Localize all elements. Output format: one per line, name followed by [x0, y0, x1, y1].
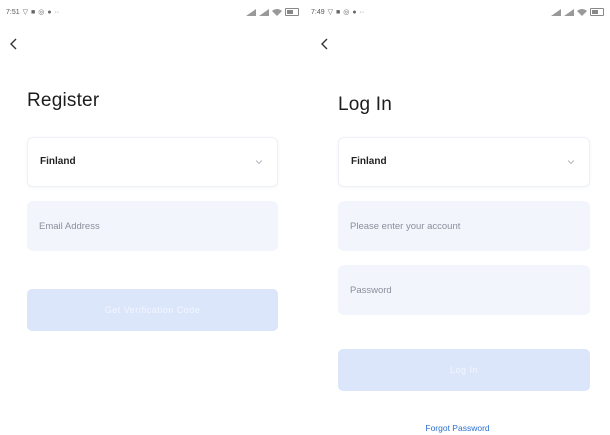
- signal-icon: [246, 8, 256, 16]
- password-field[interactable]: [338, 265, 590, 315]
- status-bar: 7:49 ▽ ■ ◎ ● ··: [311, 6, 604, 20]
- signal-icon: [564, 8, 574, 16]
- status-bar-right: [551, 8, 604, 16]
- status-time: 7:49: [311, 8, 325, 16]
- settings-icon: ◎: [343, 9, 350, 16]
- back-arrow-icon[interactable]: [318, 36, 332, 52]
- status-time: 7:51: [6, 8, 20, 16]
- settings-icon: ◎: [38, 9, 45, 16]
- message-icon: ■: [31, 8, 36, 16]
- more-icon: ··: [54, 8, 60, 16]
- get-verification-code-button[interactable]: Get Verification Code: [27, 289, 278, 331]
- register-screen: 7:51 ▽ ■ ◎ ● ·· Register Finland Get Ver…: [0, 0, 305, 435]
- back-arrow-icon[interactable]: [7, 36, 21, 52]
- email-field[interactable]: [27, 201, 278, 251]
- message-icon: ■: [336, 8, 341, 16]
- status-bar-right: [246, 8, 299, 16]
- chevron-down-icon: [255, 160, 263, 165]
- status-bar-left: 7:49 ▽ ■ ◎ ● ··: [311, 8, 365, 17]
- account-field[interactable]: [338, 201, 590, 251]
- account-field-container: [338, 201, 590, 251]
- signal-icon: [259, 8, 269, 16]
- app-icon: ●: [47, 8, 52, 16]
- battery-icon: [285, 8, 299, 16]
- log-in-button[interactable]: Log In: [338, 349, 590, 391]
- email-field-container: [27, 201, 278, 251]
- app-icon: ●: [352, 8, 357, 16]
- page-title: Register: [27, 90, 100, 111]
- login-screen: 7:49 ▽ ■ ◎ ● ·· Log In Finland Log In Fo…: [305, 0, 610, 435]
- page-title: Log In: [338, 94, 393, 115]
- password-field-container: [338, 265, 590, 315]
- wifi-icon: [272, 8, 282, 16]
- forgot-password-link[interactable]: Forgot Password: [305, 423, 610, 433]
- status-bar: 7:51 ▽ ■ ◎ ● ··: [6, 6, 299, 20]
- signal-icon: [551, 8, 561, 16]
- notification-icon: ▽: [22, 9, 29, 16]
- country-value: Finland: [351, 156, 387, 167]
- country-value: Finland: [40, 156, 76, 167]
- chevron-down-icon: [567, 160, 575, 165]
- country-select[interactable]: Finland: [27, 137, 278, 187]
- wifi-icon: [577, 8, 587, 16]
- status-bar-left: 7:51 ▽ ■ ◎ ● ··: [6, 8, 60, 17]
- more-icon: ··: [359, 8, 365, 16]
- battery-icon: [590, 8, 604, 16]
- country-select[interactable]: Finland: [338, 137, 590, 187]
- notification-icon: ▽: [327, 9, 334, 16]
